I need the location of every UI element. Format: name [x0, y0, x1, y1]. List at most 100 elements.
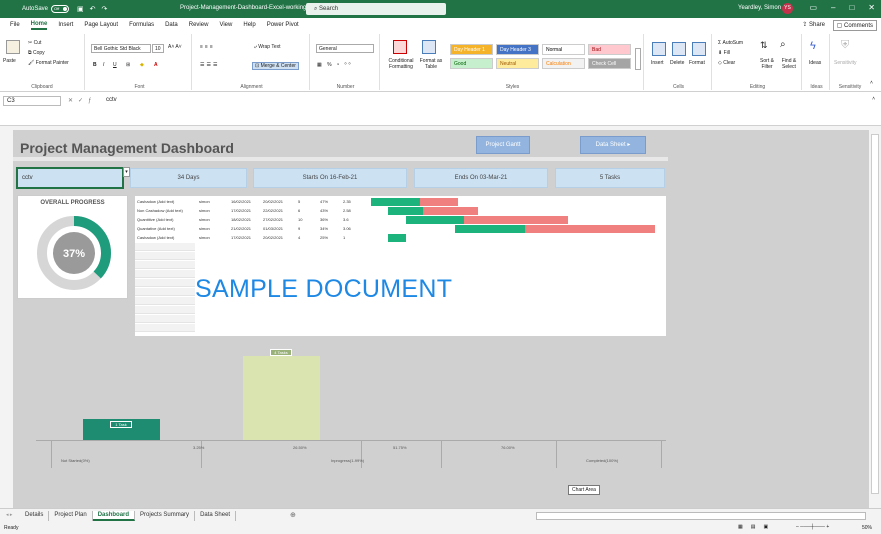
undo-icon[interactable]: ↶	[90, 5, 96, 13]
find-select-button[interactable]: Find & Select	[778, 58, 800, 70]
insert-button[interactable]: Insert	[651, 60, 664, 66]
delete-cells-icon[interactable]	[672, 42, 686, 56]
cell-style-normal[interactable]: Normal	[542, 44, 585, 55]
user-name[interactable]: Yeardley, Simon	[738, 5, 781, 11]
avatar[interactable]: YS	[782, 3, 793, 14]
bold-button[interactable]: B	[93, 62, 97, 68]
horizontal-scrollbar[interactable]	[536, 512, 866, 520]
ribbon-display-icon[interactable]: ▭	[809, 3, 817, 12]
sort-filter-button[interactable]: Sort & Filter	[756, 58, 778, 70]
tab-formulas[interactable]: Formulas	[129, 22, 154, 28]
currency-icon[interactable]: ▦ % ⁹ ⁰⁰	[317, 62, 353, 68]
autosum-button[interactable]: Σ AutoSum	[718, 40, 743, 46]
grow-font-icon[interactable]: A˄ A˅	[168, 44, 182, 50]
font-name-select[interactable]: Bell Gothic Std Black	[91, 44, 151, 53]
zoom-level[interactable]: 50%	[862, 525, 872, 531]
autosave[interactable]: AutoSave Off	[22, 5, 70, 13]
copy-button[interactable]: ⧉ Copy	[28, 50, 45, 56]
find-icon[interactable]: ⌕	[780, 39, 786, 50]
sheet-tab-dashboard[interactable]: Dashboard	[92, 511, 136, 521]
tab-view[interactable]: View	[219, 22, 232, 28]
styles-more-icon[interactable]	[635, 48, 641, 70]
cancel-icon[interactable]: ✕	[68, 98, 78, 104]
close-icon[interactable]: ✕	[868, 3, 875, 12]
expand-formula-icon[interactable]: ˄	[872, 96, 875, 102]
tab-help[interactable]: Help	[243, 22, 255, 28]
table-row[interactable]: Cashadow (Add text) simon 17/02/2021 20/02/…	[135, 234, 371, 242]
conditional-formatting-button[interactable]: Conditional Formatting	[384, 58, 418, 70]
search-box[interactable]: ⌕ Search	[306, 3, 446, 15]
share-button[interactable]: ⇪ Share	[802, 21, 825, 28]
collapse-ribbon-icon[interactable]: ˄	[870, 80, 873, 86]
number-format-select[interactable]: General	[316, 44, 374, 53]
align-left-icon[interactable]: ☰☰☰	[200, 62, 219, 68]
merge-center-button[interactable]: ⊡ Merge & Center	[252, 62, 299, 70]
ideas-icon[interactable]: ϟ	[810, 40, 816, 52]
fill-color-icon[interactable]: ◆	[140, 62, 144, 68]
sheet-tab-project-plan[interactable]: Project Plan	[49, 511, 93, 521]
cell-style-bad[interactable]: Bad	[588, 44, 631, 55]
cell-style-good[interactable]: Good	[450, 58, 493, 69]
format-painter-button[interactable]: 🖌 Format Painter	[28, 60, 69, 66]
format-button[interactable]: Format	[689, 60, 705, 66]
sheet-tab-details[interactable]: Details	[20, 511, 50, 521]
data-sheet-button[interactable]: Data Sheet ▸	[580, 136, 646, 154]
worksheet[interactable]: Project Management Dashboard Project Gan…	[13, 130, 868, 508]
cell-style-day-header-1[interactable]: Day Header 1	[450, 44, 493, 55]
scroll-thumb[interactable]	[871, 134, 879, 494]
paste-icon[interactable]	[6, 40, 20, 54]
cell-style-calculation[interactable]: Calculation	[542, 58, 585, 69]
status-bar-chart[interactable]: 1 Task 4 Tasks 3.25% 26.50% 51.75% 76.00% Not …	[31, 340, 667, 470]
format-table-icon[interactable]	[422, 40, 436, 54]
font-color-icon[interactable]: A	[154, 62, 158, 68]
sheet-nav-icon[interactable]: ◂ ▸	[6, 512, 12, 518]
vertical-scrollbar[interactable]	[868, 130, 881, 508]
delete-button[interactable]: Delete	[670, 60, 684, 66]
fx-icon[interactable]: ƒ	[88, 98, 96, 104]
font-size-select[interactable]: 10	[152, 44, 164, 53]
tab-home[interactable]: Home	[30, 21, 48, 30]
borders-icon[interactable]: ⊞	[126, 62, 130, 68]
conditional-formatting-icon[interactable]	[393, 40, 407, 54]
add-sheet-icon[interactable]: ⊕	[290, 511, 296, 519]
tab-insert[interactable]: Insert	[58, 22, 73, 28]
ideas-button[interactable]: Ideas	[809, 60, 821, 66]
zoom-slider[interactable]: – ───┼─── +	[796, 524, 829, 530]
name-box[interactable]: C3	[3, 96, 61, 106]
cell-style-neutral[interactable]: Neutral	[496, 58, 539, 69]
cell-style-check-cell[interactable]: Check Cell	[588, 58, 631, 69]
format-cells-icon[interactable]	[692, 42, 706, 56]
autosave-toggle[interactable]: Off	[51, 5, 70, 13]
insert-cells-icon[interactable]	[652, 42, 666, 56]
cell-style-day-header-3[interactable]: Day Header 3	[496, 44, 539, 55]
bar-1[interactable]	[242, 355, 320, 440]
redo-icon[interactable]: ↷	[102, 5, 108, 13]
tab-data[interactable]: Data	[165, 22, 178, 28]
italic-button[interactable]: I	[103, 62, 104, 68]
sheet-tab-data-sheet[interactable]: Data Sheet	[195, 511, 237, 521]
project-gantt-button[interactable]: Project Gantt	[476, 136, 530, 154]
cut-button[interactable]: ✂ Cut	[28, 40, 41, 46]
sheet-tab-projects-summary[interactable]: Projects Summary	[135, 511, 196, 521]
table-row[interactable]: Non Cashadow (Add text) simon 17/02/2021 22…	[135, 207, 371, 215]
tab-review[interactable]: Review	[189, 22, 209, 28]
minimize-icon[interactable]: –	[831, 3, 835, 12]
project-filter[interactable]: cctv	[16, 167, 124, 189]
fill-button[interactable]: ⬇ Fill	[718, 50, 730, 56]
wrap-text-button[interactable]: ⤶ Wrap Text	[254, 44, 281, 50]
tab-file[interactable]: File	[10, 22, 20, 28]
clear-button[interactable]: ◇ Clear	[718, 60, 735, 66]
maximize-icon[interactable]: □	[849, 3, 854, 12]
view-icons[interactable]: ▦▤▣	[738, 524, 776, 530]
format-as-table-button[interactable]: Format as Table	[418, 58, 444, 70]
sort-filter-icon[interactable]: ⇅	[760, 40, 768, 51]
table-row[interactable]: Quantitive (Add text) simon 18/02/2021 27/0…	[135, 216, 371, 224]
enter-icon[interactable]: ✓	[78, 98, 88, 104]
table-row[interactable]: Cashadow (Add text) simon 16/02/2021 20/02/…	[135, 198, 371, 206]
underline-button[interactable]: U	[113, 62, 117, 68]
table-row[interactable]: Quantative (Add text) simon 21/02/2021 01/0…	[135, 225, 371, 233]
comments-button[interactable]: ▢ Comments	[832, 20, 877, 31]
chevron-down-icon[interactable]: ▾	[123, 167, 130, 177]
tab-power-pivot[interactable]: Power Pivot	[267, 22, 299, 28]
formula-input[interactable]: cctv	[106, 97, 117, 103]
